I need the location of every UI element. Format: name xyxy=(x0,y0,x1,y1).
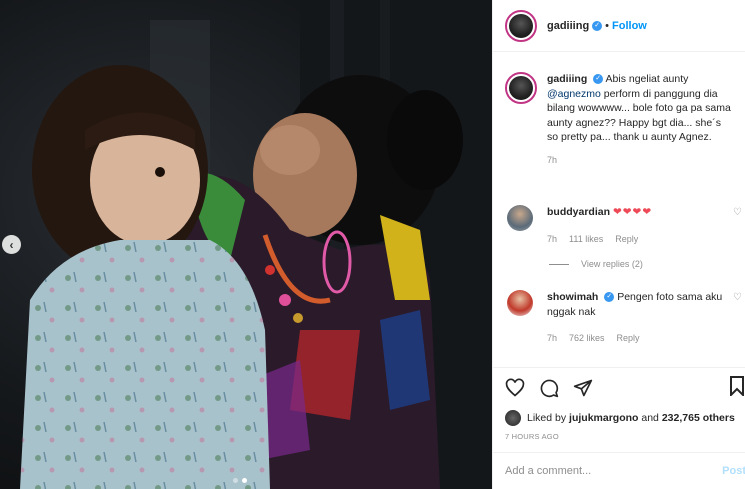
header-separator: • xyxy=(605,19,610,32)
post-photo[interactable]: ‹ xyxy=(0,0,492,489)
commenter-avatar[interactable] xyxy=(507,290,533,316)
verified-badge-icon: ✓ xyxy=(592,20,603,31)
post-actions: Liked by jujukmargono and 232,765 others… xyxy=(493,367,745,441)
comment-item: buddyardian ❤❤❤❤ 7h 111 likes Reply ♡ xyxy=(493,205,745,246)
comment-text: ❤❤❤❤ xyxy=(612,206,653,218)
likes-others[interactable]: others xyxy=(703,412,735,424)
post-side-panel: gadiiing ✓ • Follow gadiiing ✓ Abis ngel… xyxy=(492,0,745,489)
author-username[interactable]: gadiiing xyxy=(547,20,589,32)
caption: gadiiing ✓ Abis ngeliat aunty @agnezmo p… xyxy=(493,60,745,167)
post-header: gadiiing ✓ • Follow xyxy=(493,0,745,52)
verified-badge-icon: ✓ xyxy=(593,74,604,85)
caption-username[interactable]: gadiiing xyxy=(547,73,587,85)
comment-item: showimah ✓ Pengen foto sama aku nggak na… xyxy=(493,290,745,346)
commenter-username[interactable]: showimah xyxy=(547,291,598,303)
photo-illustration xyxy=(20,0,492,489)
liker-username[interactable]: jujukmargono xyxy=(569,412,638,424)
commenter-username[interactable]: buddyardian xyxy=(547,206,610,218)
post-timestamp: 7 HOURS AGO xyxy=(505,432,559,441)
save-bookmark-icon[interactable] xyxy=(730,376,744,396)
comment-bubble-icon[interactable] xyxy=(539,378,559,398)
comment-time: 7h xyxy=(547,233,558,244)
comments-list[interactable]: gadiiing ✓ Abis ngeliat aunty @agnezmo p… xyxy=(493,60,745,365)
commenter-avatar[interactable] xyxy=(507,205,533,231)
carousel-prev-button[interactable]: ‹ xyxy=(2,235,21,254)
share-paper-plane-icon[interactable] xyxy=(573,378,593,398)
caption-mention-link[interactable]: @agnezmo xyxy=(547,88,601,100)
like-heart-icon[interactable] xyxy=(505,378,525,398)
reply-button[interactable]: Reply xyxy=(617,331,640,346)
add-comment-input[interactable]: Add a comment... xyxy=(505,465,591,477)
verified-badge-icon: ✓ xyxy=(604,292,615,303)
comment-likes[interactable]: 111 likes xyxy=(569,232,603,247)
comment-likes[interactable]: 762 likes xyxy=(569,331,605,346)
caption-text-start: Abis ngeliat aunty xyxy=(605,73,689,85)
carousel-dots xyxy=(233,478,247,483)
comment-like-heart-icon[interactable]: ♡ xyxy=(733,292,742,303)
add-comment-bar: Add a comment... Post xyxy=(493,452,745,489)
comment-like-heart-icon[interactable]: ♡ xyxy=(733,207,742,218)
carousel-dot xyxy=(233,478,238,483)
follow-button[interactable]: Follow xyxy=(612,20,647,32)
caption-time: 7h xyxy=(547,154,558,165)
liker-avatar xyxy=(505,410,521,426)
likes-count[interactable]: 232,765 xyxy=(662,412,700,424)
author-avatar[interactable] xyxy=(505,9,537,42)
post-comment-button[interactable]: Post xyxy=(722,465,745,477)
likes-summary[interactable]: Liked by jujukmargono and 232,765 others xyxy=(505,410,735,426)
caption-avatar[interactable] xyxy=(505,72,537,104)
comment-time: 7h xyxy=(547,333,558,343)
carousel-dot-active xyxy=(242,478,247,483)
view-replies-button[interactable]: View replies (2) xyxy=(549,259,643,269)
reply-button[interactable]: Reply xyxy=(615,232,638,247)
